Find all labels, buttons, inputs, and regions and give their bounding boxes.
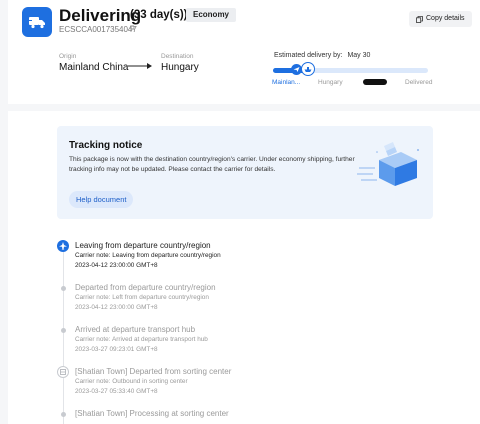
plane-icon <box>57 240 69 252</box>
event-title: [Shatian Town] Processing at sorting cen… <box>75 409 229 418</box>
destination-value: Hungary <box>161 62 199 73</box>
dot-icon <box>61 412 66 417</box>
redacted-mark <box>363 79 387 85</box>
copy-details-label: Copy details <box>426 15 465 22</box>
event-time: 2023-03-27 09:23:01 GMT+8 <box>75 346 158 353</box>
event-note: Carrier note: Left from departure countr… <box>75 294 209 301</box>
event-note: Carrier note: Arrived at departure trans… <box>75 336 208 343</box>
origin-label: Origin <box>59 53 77 60</box>
progress-stop-destination: Hungary <box>318 79 343 86</box>
sorting-icon <box>57 366 69 378</box>
route-arrow-icon <box>128 63 152 69</box>
dot-icon <box>61 286 66 291</box>
progress-stop-origin: Mainlan... <box>272 79 301 86</box>
event-note: Carrier note: Leaving from departure cou… <box>75 252 221 259</box>
tracking-number: ECSCCA0017354047 <box>59 25 137 34</box>
timeline-line <box>63 252 64 424</box>
progress-track <box>273 62 428 76</box>
event-note: Carrier note: Outbound in sorting center <box>75 378 188 385</box>
origin-value: Mainland China <box>59 62 129 73</box>
notice-text: This package is now with the destination… <box>69 156 355 173</box>
copy-tracking-icon[interactable]: ⧉ <box>130 25 135 33</box>
help-document-button[interactable]: Help document <box>69 191 134 208</box>
event-time: 2023-04-12 23:00:00 GMT+8 <box>75 304 158 311</box>
event-title: [Shatian Town] Departed from sorting cen… <box>75 367 232 376</box>
status-days: (33 day(s)) <box>130 9 188 21</box>
event-time: 2023-03-27 05:33:40 GMT+8 <box>75 388 158 395</box>
event-title: Leaving from departure country/region <box>75 241 211 250</box>
copy-details-button[interactable]: Copy details <box>409 11 472 27</box>
package-box-icon <box>357 142 419 186</box>
eta-date: May 30 <box>347 52 371 59</box>
ship-icon <box>301 62 315 76</box>
progress-stop-delivered: Delivered <box>405 79 433 86</box>
dot-icon <box>61 328 66 333</box>
event-time: 2023-04-12 23:00:00 GMT+8 <box>75 262 158 269</box>
eta-label: Estimated delivery by: <box>274 52 343 59</box>
event-title: Departed from departure country/region <box>75 283 216 292</box>
truck-icon <box>22 7 52 37</box>
eta-text: Estimated delivery by: May 30 <box>274 52 370 59</box>
copy-icon <box>416 15 423 23</box>
destination-label: Destination <box>161 53 194 60</box>
tracking-notice: Tracking notice This package is now with… <box>57 126 433 219</box>
notice-title: Tracking notice <box>69 140 143 151</box>
status-title: Delivering <box>59 6 142 25</box>
shipping-type-badge: Economy <box>186 8 237 22</box>
event-title: Arrived at departure transport hub <box>75 325 196 334</box>
